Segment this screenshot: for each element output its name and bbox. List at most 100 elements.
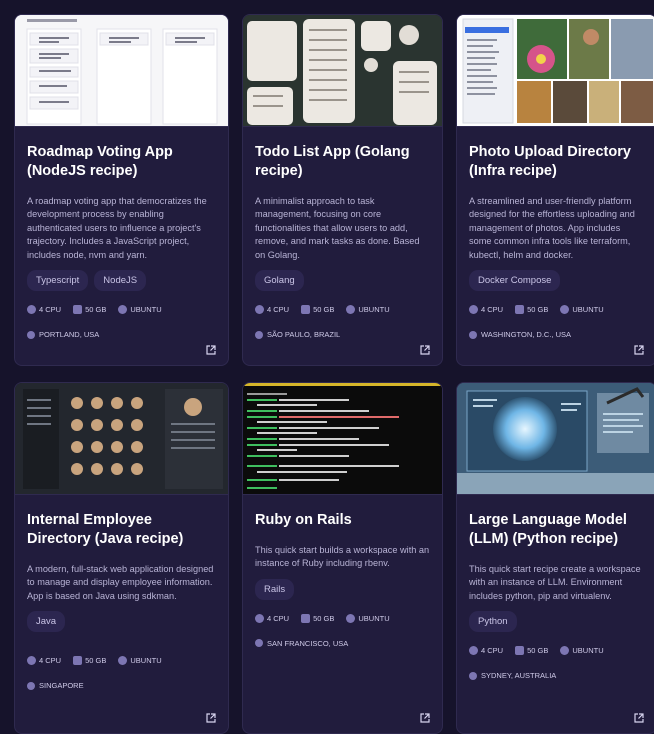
location-label: SAN FRANCISCO, USA xyxy=(267,638,349,648)
ubuntu-icon xyxy=(346,305,356,315)
storage-icon xyxy=(73,305,83,315)
spec-row: 4 CPU 50 GB UBUNTU xyxy=(255,305,430,315)
spec-row: 4 CPU 50 GB UBUNTU xyxy=(27,656,216,666)
recipe-card-roadmap[interactable]: Roadmap Voting App (NodeJS recipe) A roa… xyxy=(14,14,229,366)
tag-chip[interactable]: Docker Compose xyxy=(469,270,561,292)
card-description: A streamlined and user-friendly platform… xyxy=(469,196,635,260)
globe-icon xyxy=(255,330,263,339)
cpu-label: 4 CPU xyxy=(267,305,290,315)
cpu-label: 4 CPU xyxy=(39,656,62,666)
card-thumbnail xyxy=(15,15,228,127)
location: PORTLAND, USA xyxy=(27,330,216,339)
external-link-icon[interactable] xyxy=(420,345,430,355)
storage-icon xyxy=(73,656,83,666)
location-label: SINGAPORE xyxy=(39,681,84,691)
location: SAN FRANCISCO, USA xyxy=(255,639,430,648)
recipe-card-todo[interactable]: Todo List App (Golang recipe) A minimali… xyxy=(242,14,443,366)
external-link-icon[interactable] xyxy=(206,713,216,723)
tag-chip[interactable]: Typescript xyxy=(27,270,89,292)
card-title: Roadmap Voting App (NodeJS recipe) xyxy=(27,144,173,179)
os-label: UBUNTU xyxy=(130,656,162,666)
storage-label: 50 GB xyxy=(85,656,107,666)
card-description: A modern, full-stack web application des… xyxy=(27,564,214,601)
location: SINGAPORE xyxy=(27,681,216,690)
card-thumbnail xyxy=(243,383,442,495)
os-spec: UBUNTU xyxy=(118,305,162,315)
location-label: WASHINGTON, D.C., USA xyxy=(481,330,572,340)
storage-spec: 50 GB xyxy=(73,656,107,666)
mobile-ui-mockup-icon xyxy=(243,15,442,126)
recipe-card-llm[interactable]: Large Language Model (LLM) (Python recip… xyxy=(456,382,654,734)
recipe-card-ruby[interactable]: Ruby on Rails This quick start builds a … xyxy=(242,382,443,734)
storage-icon xyxy=(515,646,525,656)
storage-icon xyxy=(515,305,525,315)
os-spec: UBUNTU xyxy=(346,305,390,315)
storage-icon xyxy=(301,613,311,623)
tag-list: Golang xyxy=(255,270,430,292)
ubuntu-icon xyxy=(118,656,128,666)
storage-label: 50 GB xyxy=(313,305,335,315)
os-label: UBUNTU xyxy=(572,646,604,656)
photo-gallery-screenshot-icon xyxy=(457,15,654,126)
os-label: UBUNTU xyxy=(358,613,390,623)
location: WASHINGTON, D.C., USA xyxy=(469,330,644,339)
spec-row: 4 CPU 50 GB UBUNTU xyxy=(27,305,216,315)
os-spec: UBUNTU xyxy=(560,305,604,315)
location-label: SÃO PAULO, BRAZIL xyxy=(267,330,341,340)
cpu-spec: 4 CPU xyxy=(469,646,503,656)
cpu-label: 4 CPU xyxy=(267,613,290,623)
os-label: UBUNTU xyxy=(130,305,162,315)
cpu-icon xyxy=(469,646,478,656)
recipe-card-photo[interactable]: Photo Upload Directory (Infra recipe) A … xyxy=(456,14,654,366)
tag-chip[interactable]: Golang xyxy=(255,270,304,292)
external-link-icon[interactable] xyxy=(634,713,644,723)
cpu-icon xyxy=(27,305,36,315)
location-label: SYDNEY, AUSTRALIA xyxy=(481,671,557,681)
tag-chip[interactable]: Python xyxy=(469,611,517,633)
external-link-icon[interactable] xyxy=(206,345,216,355)
tag-chip[interactable]: NodeJS xyxy=(94,270,147,292)
ubuntu-icon xyxy=(346,613,356,623)
card-description: This quick start recipe create a workspa… xyxy=(469,564,641,601)
cpu-spec: 4 CPU xyxy=(255,305,290,315)
card-thumbnail xyxy=(15,383,228,495)
storage-spec: 50 GB xyxy=(73,305,107,315)
location: SYDNEY, AUSTRALIA xyxy=(469,671,644,680)
tag-chip[interactable]: Java xyxy=(27,611,66,633)
tag-chip[interactable]: Rails xyxy=(255,578,295,600)
storage-icon xyxy=(301,305,311,315)
location-label: PORTLAND, USA xyxy=(39,330,100,340)
external-link-icon[interactable] xyxy=(634,345,644,355)
recipe-card-employee[interactable]: Internal Employee Directory (Java recipe… xyxy=(14,382,229,734)
globe-icon xyxy=(27,330,35,339)
kanban-board-screenshot-icon xyxy=(15,15,228,126)
card-thumbnail xyxy=(457,383,654,495)
storage-label: 50 GB xyxy=(85,305,107,315)
tag-list: Typescript NodeJS xyxy=(27,270,216,292)
card-title: Internal Employee Directory (Java recipe… xyxy=(27,512,184,547)
globe-icon xyxy=(469,330,477,339)
tag-list: Rails xyxy=(255,578,430,600)
tag-list: Python xyxy=(469,611,644,633)
storage-label: 50 GB xyxy=(313,613,335,623)
cpu-icon xyxy=(255,613,264,623)
globe-icon xyxy=(469,671,477,680)
os-label: UBUNTU xyxy=(358,305,390,315)
external-link-icon[interactable] xyxy=(420,713,430,723)
terminal-code-screenshot-icon xyxy=(243,383,442,494)
cpu-icon xyxy=(27,656,36,666)
recipe-grid: Roadmap Voting App (NodeJS recipe) A roa… xyxy=(14,14,654,734)
card-description: This quick start builds a workspace with… xyxy=(255,545,430,569)
storage-spec: 50 GB xyxy=(515,305,549,315)
cpu-spec: 4 CPU xyxy=(27,305,61,315)
cpu-spec: 4 CPU xyxy=(27,656,62,666)
card-title: Todo List App (Golang recipe) xyxy=(255,144,410,179)
globe-icon xyxy=(27,681,35,690)
ubuntu-icon xyxy=(560,646,570,656)
ubuntu-icon xyxy=(560,305,570,315)
spec-row: 4 CPU 50 GB UBUNTU xyxy=(255,613,430,623)
storage-label: 50 GB xyxy=(527,305,549,315)
storage-spec: 50 GB xyxy=(301,613,335,623)
card-title: Photo Upload Directory (Infra recipe) xyxy=(469,144,631,179)
tag-list: Java xyxy=(27,611,216,633)
